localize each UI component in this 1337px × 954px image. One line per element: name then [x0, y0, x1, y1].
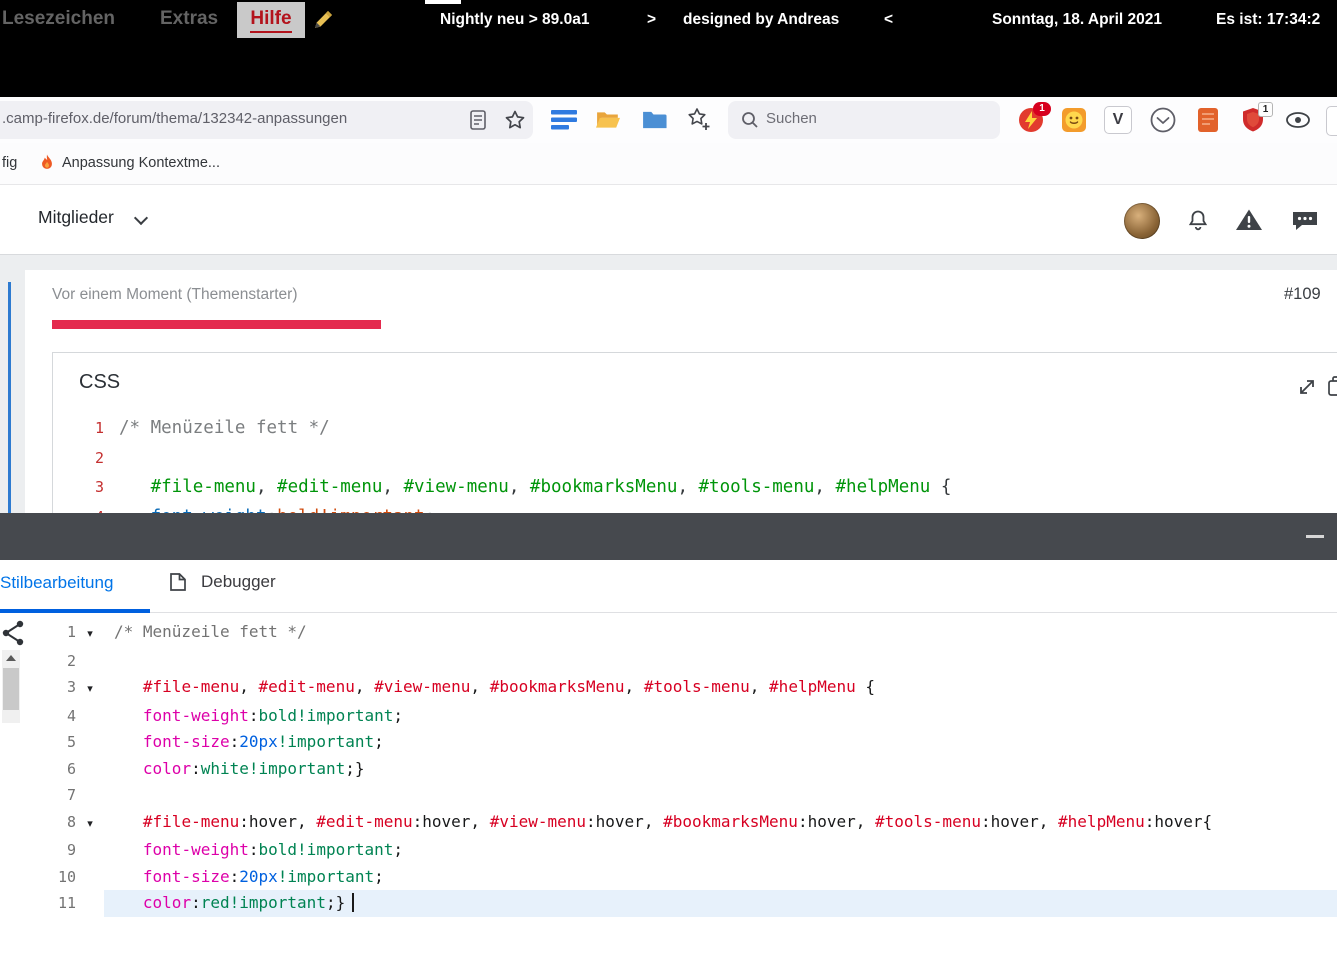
extension-icon-violentmonkey[interactable]: V — [1104, 106, 1132, 134]
devtools-tabbar: Stilbearbeitung Debugger — [0, 560, 1337, 613]
flame-icon — [38, 153, 56, 174]
code-line-1[interactable]: 1▾/* Menüzeile fett */ — [0, 619, 1337, 648]
extension-badge: 1 — [1258, 102, 1273, 117]
code-line-3[interactable]: 3 #file-menu, #edit-menu, #view-menu, #b… — [53, 473, 1337, 503]
chat-icon[interactable] — [1290, 208, 1320, 234]
bookmark-item-anpassung[interactable]: Anpassung Kontextme... — [62, 155, 220, 171]
forum-page-background: Vor einem Moment (Themenstarter) #109 CS… — [0, 255, 1337, 513]
tab-debugger-label: Debugger — [201, 572, 276, 592]
devtools-titlebar[interactable] — [0, 513, 1337, 560]
code-line-1[interactable]: 1/* Menüzeile fett */ — [53, 414, 1337, 444]
code-line-8[interactable]: 8▾ #file-menu:hover, #edit-menu:hover, #… — [0, 809, 1337, 838]
menu-item-hilfe[interactable]: Hilfe — [237, 2, 305, 38]
code-line-2[interactable]: 2 — [53, 444, 1337, 474]
code-block-card: CSS 1/* Menüzeile fett */23 #file-menu, … — [52, 352, 1337, 513]
search-bar[interactable]: Suchen — [728, 101, 1000, 139]
window-title-author: designed by Andreas — [683, 11, 839, 29]
url-text[interactable]: .camp-firefox.de/forum/thema/132342-anpa… — [2, 110, 462, 130]
window-title-version: Nightly neu > 89.0a1 — [440, 11, 589, 29]
navigation-toolbar: .camp-firefox.de/forum/thema/132342-anpa… — [0, 97, 1337, 143]
extension-icon-ublock[interactable]: 1 — [1239, 106, 1267, 134]
code-line-5[interactable]: 5 font-size:20px!important; — [0, 729, 1337, 756]
style-editor-source[interactable]: 1▾/* Menüzeile fett */23▾ #file-menu, #e… — [0, 619, 1337, 917]
url-bar[interactable]: .camp-firefox.de/forum/thema/132342-anpa… — [0, 101, 533, 139]
code-block-title: CSS — [79, 371, 120, 394]
chevron-down-icon — [134, 211, 148, 225]
window-drag-indicator — [425, 0, 461, 4]
user-avatar[interactable] — [1124, 203, 1160, 239]
code-line-3[interactable]: 3▾ #file-menu, #edit-menu, #view-menu, #… — [0, 674, 1337, 703]
code-line-4[interactable]: 4 font-weight:bold!important; — [0, 703, 1337, 730]
eye-icon — [1284, 106, 1312, 134]
extension-icon-red-bolt[interactable]: 1 — [1017, 106, 1045, 134]
search-icon — [741, 111, 759, 129]
toolbar-list-icon[interactable] — [550, 108, 580, 132]
bell-icon[interactable] — [1184, 207, 1212, 233]
star-plus-icon[interactable] — [686, 107, 712, 133]
css-smiley-icon — [1060, 106, 1088, 134]
code-line-10[interactable]: 10 font-size:20px!important; — [0, 864, 1337, 891]
forum-site-header: Mitglieder — [0, 185, 1337, 255]
tab-debugger[interactable]: Debugger — [167, 572, 276, 592]
copy-icon[interactable] — [1327, 375, 1337, 397]
search-placeholder: Suchen — [766, 110, 817, 127]
menu-item-hilfe-label: Hilfe — [250, 8, 291, 33]
minimize-icon[interactable] — [1306, 535, 1324, 538]
code-line-9[interactable]: 9 font-weight:bold!important; — [0, 837, 1337, 864]
post-divider-red — [52, 320, 381, 329]
window-title-sep1: > — [647, 11, 656, 29]
window-title-date: Sonntag, 18. April 2021 — [992, 11, 1162, 29]
menu-item-lesezeichen[interactable]: Lesezeichen — [2, 8, 115, 30]
style-editor: 1▾/* Menüzeile fett */23▾ #file-menu, #e… — [0, 613, 1337, 954]
post-number[interactable]: #109 — [1284, 285, 1321, 304]
nav-mitglieder[interactable]: Mitglieder — [38, 207, 114, 228]
expand-icon[interactable] — [1297, 377, 1317, 397]
post-meta: Vor einem Moment (Themenstarter) — [52, 286, 298, 304]
code-line-4[interactable]: 4 font-weight:bold!important; — [53, 503, 1337, 514]
extension-icon-eye[interactable] — [1284, 106, 1312, 134]
code-line-11[interactable]: 11 color:red!important;} — [0, 890, 1337, 917]
bookmark-star-icon[interactable] — [505, 110, 525, 130]
bookmark-item-cut[interactable]: fig — [2, 155, 17, 171]
forum-post-card: Vor einem Moment (Themenstarter) #109 CS… — [25, 270, 1337, 513]
left-accent-line — [8, 282, 11, 513]
violentmonkey-letter: V — [1104, 106, 1132, 134]
orange-doc-icon — [1194, 106, 1222, 134]
window-title-clock: Es ist: 17:34:2 — [1216, 11, 1320, 29]
code-line-6[interactable]: 6 color:white!important;} — [0, 756, 1337, 783]
extension-icon-css-smiley[interactable] — [1060, 106, 1088, 134]
pencil-icon[interactable] — [313, 8, 335, 30]
pocket-icon — [1149, 106, 1177, 134]
extension-icon-cut[interactable] — [1326, 106, 1337, 136]
code-line-7[interactable]: 7 — [0, 782, 1337, 809]
warning-icon[interactable] — [1234, 207, 1264, 233]
forum-code-block[interactable]: 1/* Menüzeile fett */23 #file-menu, #edi… — [53, 414, 1337, 513]
extension-icon-orange-doc[interactable] — [1194, 106, 1222, 134]
folder-open-icon[interactable] — [594, 108, 622, 132]
extension-icon-pocket[interactable] — [1149, 106, 1177, 134]
debugger-icon — [167, 572, 189, 592]
tab-stilbearbeitung[interactable]: Stilbearbeitung — [0, 573, 113, 593]
firefox-window: Lesezeichen Extras Hilfe Nightly neu > 8… — [0, 0, 1337, 954]
bookmarks-toolbar: fig Anpassung Kontextme... — [0, 143, 1337, 185]
menu-item-extras[interactable]: Extras — [160, 8, 218, 30]
window-title-sep2: < — [884, 11, 893, 29]
reader-view-icon[interactable] — [470, 110, 486, 130]
folder-blue-icon[interactable] — [640, 108, 668, 132]
menu-bar: Lesezeichen Extras Hilfe Nightly neu > 8… — [0, 0, 1337, 97]
text-cursor — [352, 893, 354, 912]
code-line-2[interactable]: 2 — [0, 648, 1337, 675]
devtools-panel: Stilbearbeitung Debugger 1▾/* Men — [0, 513, 1337, 954]
extension-badge: 1 — [1033, 102, 1051, 116]
